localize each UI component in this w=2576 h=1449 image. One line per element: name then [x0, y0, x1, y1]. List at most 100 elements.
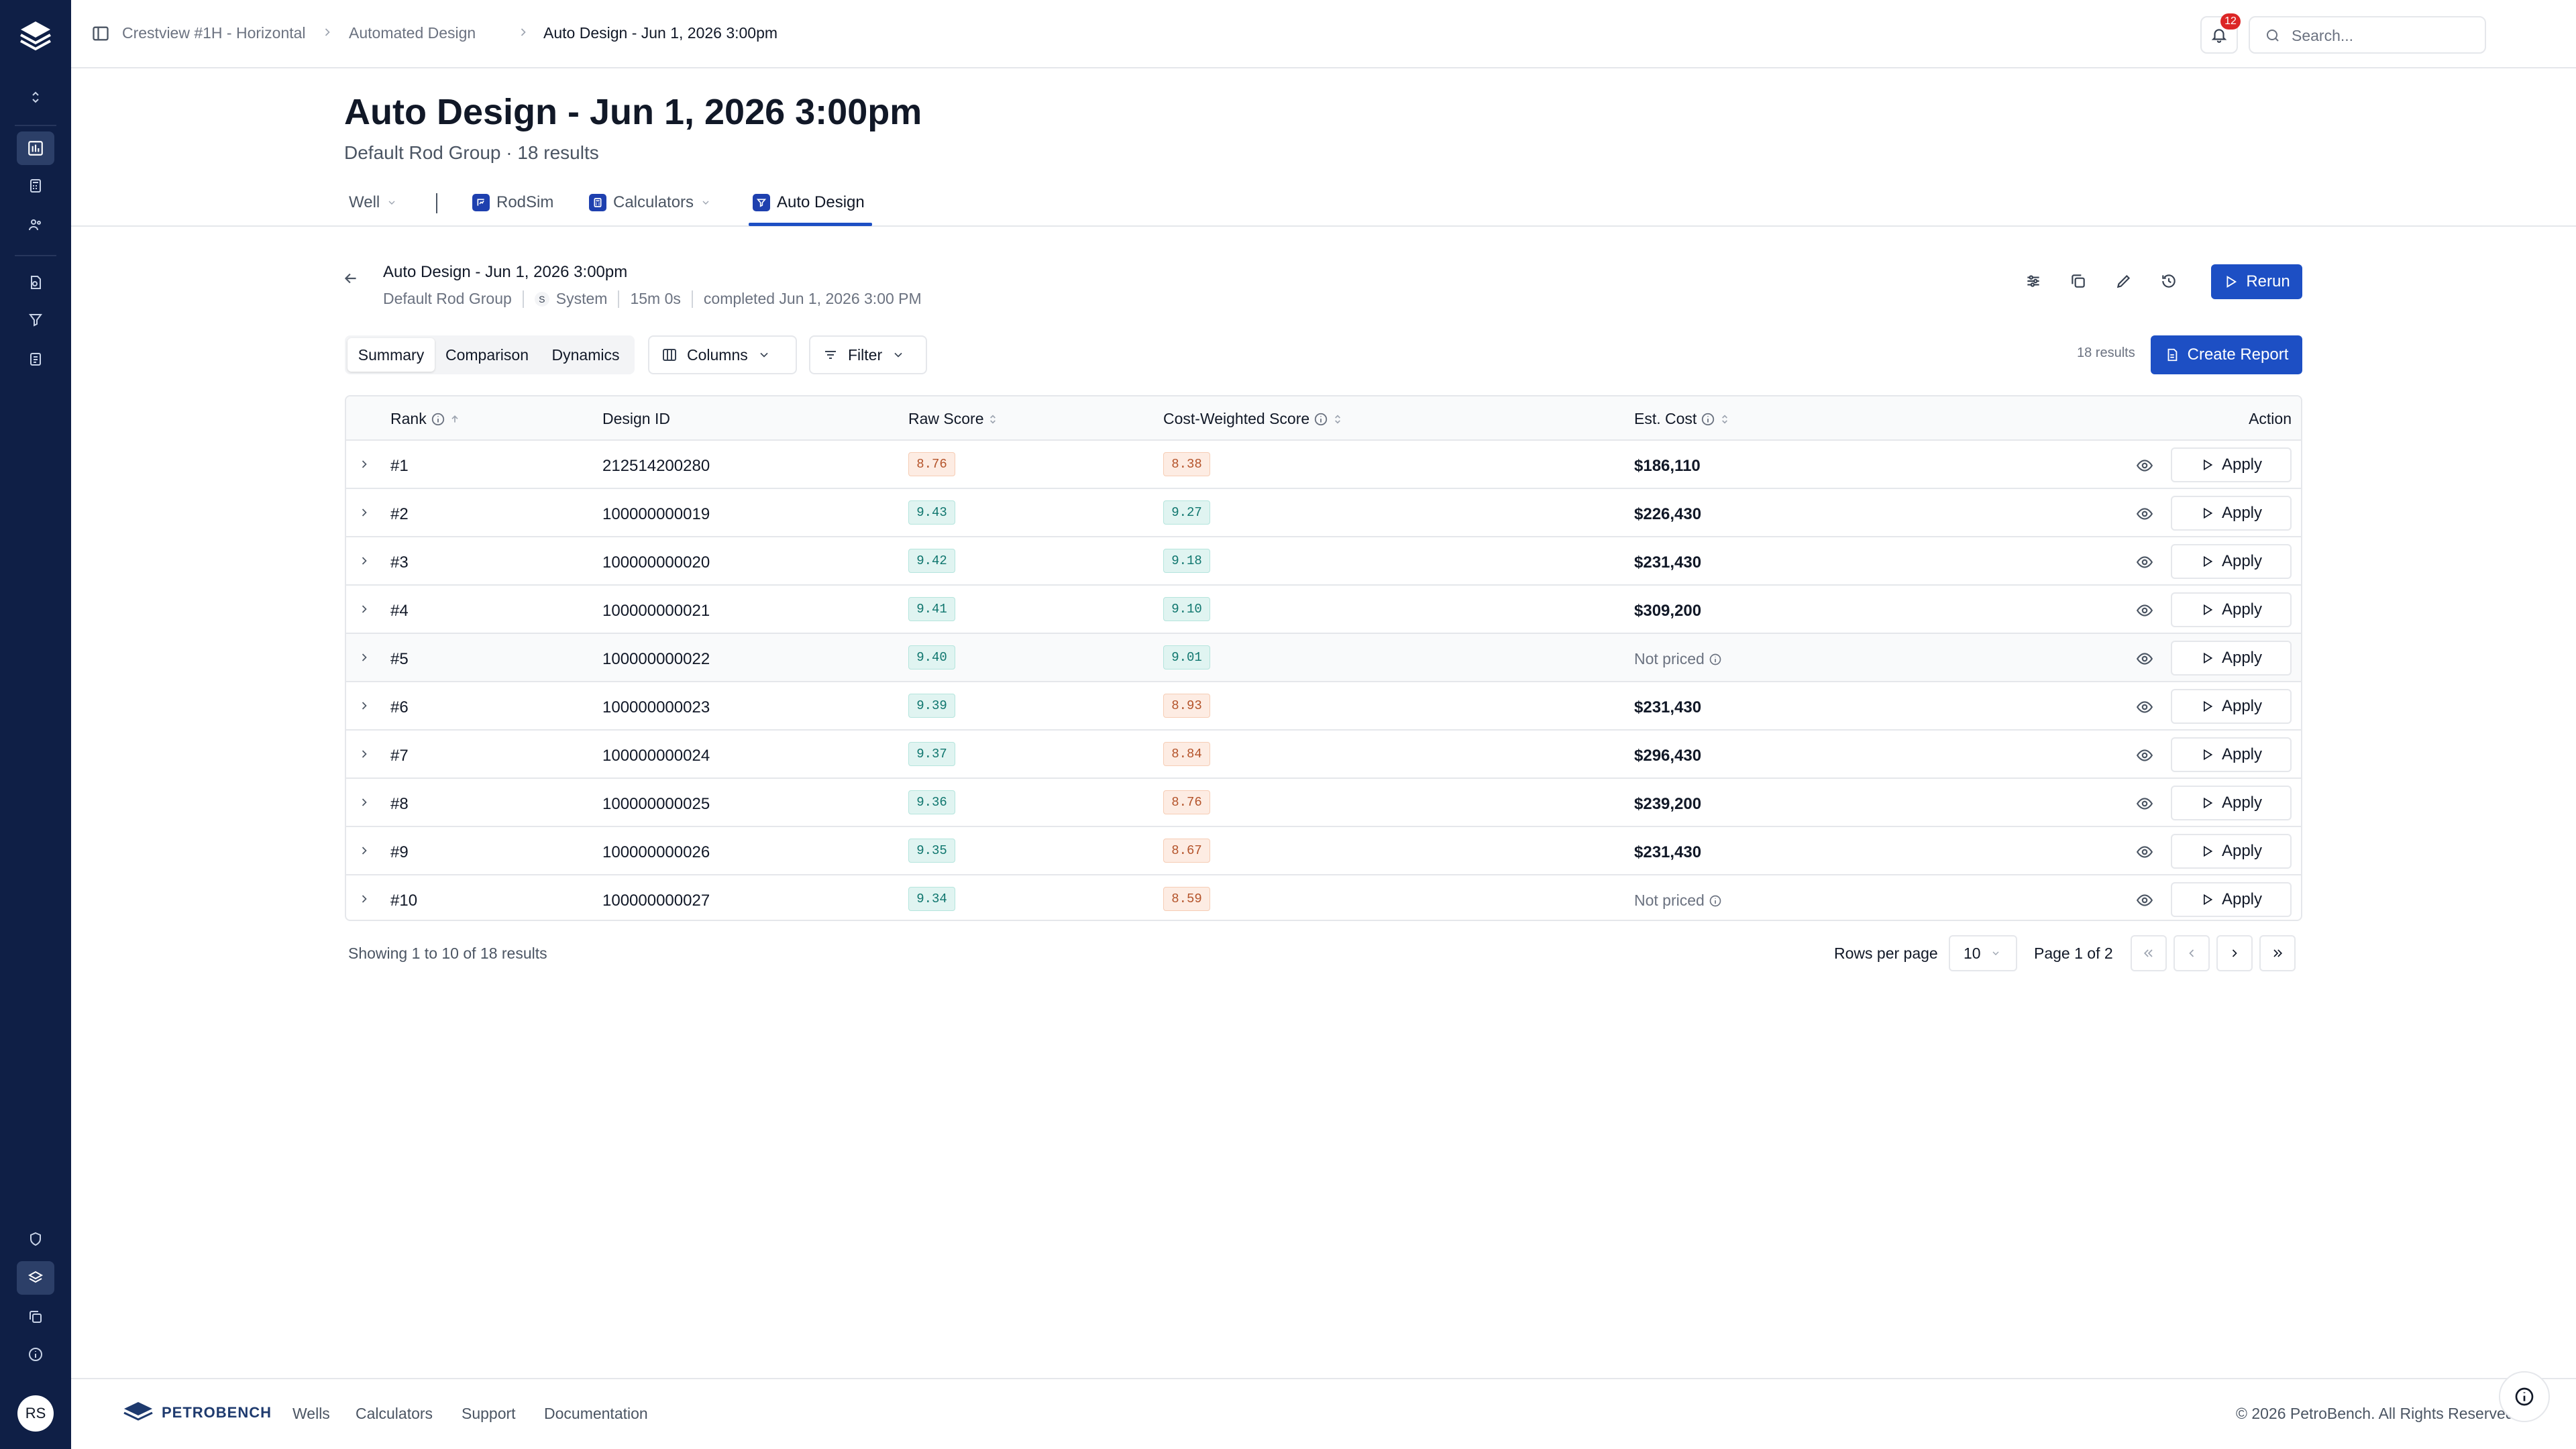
- apply-button[interactable]: Apply: [2171, 786, 2292, 820]
- tab-well[interactable]: Well: [349, 193, 397, 212]
- table-row[interactable]: #6 100000000023 9.39 8.93 $231,430 Apply: [346, 682, 2301, 731]
- sidebar-item-filter[interactable]: [17, 303, 54, 337]
- sidebar-item-users[interactable]: [17, 208, 54, 241]
- history-button[interactable]: [2151, 263, 2187, 299]
- apply-button[interactable]: Apply: [2171, 592, 2292, 627]
- table-row[interactable]: #2 100000000019 9.43 9.27 $226,430 Apply: [346, 489, 2301, 537]
- preview-eye-icon[interactable]: [2136, 698, 2153, 716]
- preview-eye-icon[interactable]: [2136, 553, 2153, 571]
- rank-cell: #4: [390, 602, 409, 620]
- rerun-button[interactable]: Rerun: [2211, 264, 2302, 299]
- expand-row-chevron-icon[interactable]: [356, 552, 373, 570]
- expand-row-chevron-icon[interactable]: [356, 745, 373, 763]
- chart-icon: [28, 141, 43, 156]
- collapse-toggle-icon[interactable]: [17, 80, 54, 114]
- sidebar-item-calculator[interactable]: [17, 169, 54, 203]
- apply-button[interactable]: Apply: [2171, 834, 2292, 869]
- column-header-raw-score[interactable]: Raw Score: [908, 410, 998, 428]
- table-row[interactable]: #3 100000000020 9.42 9.18 $231,430 Apply: [346, 537, 2301, 586]
- search-box[interactable]: [2249, 16, 2486, 54]
- preview-eye-icon[interactable]: [2136, 892, 2153, 909]
- tab-auto-design[interactable]: Auto Design: [753, 193, 865, 212]
- sidebar-item-reports[interactable]: [17, 342, 54, 376]
- filter-button[interactable]: Filter: [809, 335, 927, 374]
- sidebar-item-info[interactable]: [17, 1338, 54, 1371]
- column-header-design-id: Design ID: [602, 410, 670, 428]
- table-row[interactable]: #8 100000000025 9.36 8.76 $239,200 Apply: [346, 779, 2301, 827]
- columns-button[interactable]: Columns: [648, 335, 797, 374]
- apply-button[interactable]: Apply: [2171, 737, 2292, 772]
- edit-button[interactable]: [2106, 263, 2142, 299]
- expand-row-chevron-icon[interactable]: [356, 794, 373, 811]
- view-comparison-button[interactable]: Comparison: [437, 338, 537, 372]
- preview-eye-icon[interactable]: [2136, 650, 2153, 667]
- view-dynamics-button[interactable]: Dynamics: [539, 338, 632, 372]
- preview-eye-icon[interactable]: [2136, 505, 2153, 523]
- preview-eye-icon[interactable]: [2136, 457, 2153, 474]
- rank-cell: #7: [390, 747, 409, 765]
- create-report-button[interactable]: Create Report: [2151, 335, 2302, 374]
- view-summary-button[interactable]: Summary: [347, 338, 435, 372]
- preview-eye-icon[interactable]: [2136, 602, 2153, 619]
- column-header-rank[interactable]: Rank: [390, 410, 460, 428]
- expand-row-chevron-icon[interactable]: [356, 600, 373, 618]
- column-raw-score-label: Raw Score: [908, 410, 984, 427]
- breadcrumb-well[interactable]: Crestview #1H - Horizontal: [122, 24, 306, 42]
- est-cost-cell: $231,430: [1634, 553, 1702, 572]
- expand-row-chevron-icon[interactable]: [356, 890, 373, 908]
- notifications-button[interactable]: 12: [2200, 13, 2241, 54]
- duplicate-button[interactable]: [2060, 263, 2096, 299]
- help-button[interactable]: [2499, 1371, 2550, 1422]
- first-page-button[interactable]: [2131, 935, 2167, 971]
- table-row[interactable]: #4 100000000021 9.41 9.10 $309,200 Apply: [346, 586, 2301, 634]
- expand-row-chevron-icon[interactable]: [356, 842, 373, 859]
- back-arrow-icon[interactable]: [342, 270, 360, 287]
- table-row[interactable]: #10 100000000027 9.34 8.59 Not priced Apply: [346, 875, 2301, 920]
- preview-eye-icon[interactable]: [2136, 843, 2153, 861]
- table-row[interactable]: #5 100000000022 9.40 9.01 Not priced Apply: [346, 634, 2301, 682]
- tab-calculators[interactable]: Calculators: [589, 193, 711, 212]
- app-logo-icon[interactable]: [15, 16, 56, 56]
- apply-button[interactable]: Apply: [2171, 496, 2292, 531]
- footer-link-support[interactable]: Support: [462, 1405, 516, 1423]
- sidebar-item-rodsim[interactable]: [17, 266, 54, 299]
- preview-eye-icon[interactable]: [2136, 795, 2153, 812]
- column-header-cost-weighted[interactable]: Cost-Weighted Score: [1163, 410, 1343, 428]
- apply-button[interactable]: Apply: [2171, 641, 2292, 676]
- tab-rodsim[interactable]: RodSim: [472, 193, 553, 212]
- apply-button[interactable]: Apply: [2171, 689, 2292, 724]
- table-row[interactable]: #9 100000000026 9.35 8.67 $231,430 Apply: [346, 827, 2301, 875]
- table-row[interactable]: #7 100000000024 9.37 8.84 $296,430 Apply: [346, 731, 2301, 779]
- expand-row-chevron-icon[interactable]: [356, 649, 373, 666]
- rows-per-page-select[interactable]: 10: [1949, 935, 2017, 971]
- preview-eye-icon[interactable]: [2136, 747, 2153, 764]
- apply-button[interactable]: Apply: [2171, 882, 2292, 917]
- sort-icon: [1335, 414, 1341, 424]
- run-user-avatar: S: [534, 291, 549, 307]
- sidebar-item-security[interactable]: [17, 1222, 54, 1256]
- breadcrumb-automated-design[interactable]: Automated Design: [349, 24, 476, 42]
- sidebar-item-copy[interactable]: [17, 1300, 54, 1334]
- footer-link-documentation[interactable]: Documentation: [544, 1405, 648, 1423]
- table-row[interactable]: #1 212514200280 8.76 8.38 $186,110 Apply: [346, 441, 2301, 489]
- settings-sliders-button[interactable]: [2015, 263, 2051, 299]
- apply-button[interactable]: Apply: [2171, 544, 2292, 579]
- expand-row-chevron-icon[interactable]: [356, 697, 373, 714]
- footer-logo[interactable]: PETROBENCH: [121, 1399, 272, 1426]
- expand-row-chevron-icon[interactable]: [356, 504, 373, 521]
- petrobench-logo-icon: [123, 1402, 153, 1421]
- last-page-button[interactable]: [2259, 935, 2296, 971]
- expand-row-chevron-icon[interactable]: [356, 455, 373, 473]
- apply-button[interactable]: Apply: [2171, 447, 2292, 482]
- column-header-est-cost[interactable]: Est. Cost: [1634, 410, 1730, 428]
- next-page-button[interactable]: [2216, 935, 2253, 971]
- previous-page-button[interactable]: [2174, 935, 2210, 971]
- play-icon: [2203, 845, 2213, 857]
- sidebar-panel-icon[interactable]: [91, 24, 110, 43]
- sidebar-item-layers[interactable]: [17, 1261, 54, 1295]
- search-input[interactable]: [2292, 25, 2473, 46]
- footer-link-calculators[interactable]: Calculators: [356, 1405, 433, 1423]
- avatar[interactable]: RS: [17, 1395, 54, 1432]
- sidebar-item-wells[interactable]: [17, 131, 54, 165]
- footer-link-wells[interactable]: Wells: [292, 1405, 330, 1423]
